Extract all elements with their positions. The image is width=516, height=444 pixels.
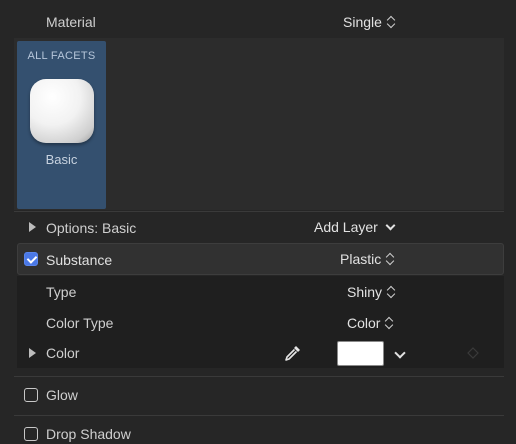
color-label: Color: [46, 345, 80, 361]
up-down-arrows-icon: [386, 252, 395, 266]
substance-popup[interactable]: Plastic: [340, 251, 395, 267]
facet-item-label: Basic: [45, 152, 78, 167]
glow-label: Glow: [46, 387, 78, 403]
substance-panel: Type Shiny Color Type Color Color: [17, 276, 504, 368]
type-popup[interactable]: Shiny: [347, 284, 396, 300]
drop-shadow-checkbox[interactable]: [24, 427, 38, 441]
up-down-arrows-icon: [385, 316, 394, 330]
substance-checkbox[interactable]: [24, 252, 38, 266]
type-label: Type: [46, 284, 77, 300]
glow-row: Glow: [0, 377, 516, 415]
chevron-down-icon: [385, 220, 396, 230]
options-label: Options: Basic: [46, 220, 137, 236]
up-down-arrows-icon: [387, 15, 396, 29]
color-type-popup[interactable]: Color: [347, 315, 394, 331]
facets-panel: ALL FACETS Basic: [14, 38, 504, 210]
substance-value: Plastic: [340, 251, 382, 267]
material-row: Material Single: [0, 0, 516, 38]
keyframe-diamond-icon[interactable]: [467, 347, 479, 359]
facet-tab-all-facets[interactable]: ALL FACETS: [17, 50, 106, 62]
material-label: Material: [46, 14, 96, 30]
chevron-down-icon[interactable]: [394, 347, 406, 359]
substance-row: Substance Plastic: [17, 243, 504, 275]
disclosure-triangle-icon[interactable]: [29, 222, 36, 232]
facet-tile-basic[interactable]: ALL FACETS Basic: [17, 41, 106, 209]
options-row: Options: Basic Add Layer: [0, 212, 516, 242]
color-type-label: Color Type: [46, 315, 114, 331]
up-down-arrows-icon: [387, 285, 396, 299]
drop-shadow-label: Drop Shadow: [46, 426, 131, 442]
color-type-value: Color: [347, 315, 381, 331]
type-value: Shiny: [347, 284, 383, 300]
eyedropper-icon[interactable]: [283, 343, 303, 363]
glow-checkbox[interactable]: [24, 388, 38, 402]
add-layer-label: Add Layer: [314, 219, 378, 235]
material-preview-thumbnail: [30, 79, 94, 143]
disclosure-triangle-icon[interactable]: [29, 348, 36, 358]
material-popup[interactable]: Single: [343, 14, 396, 30]
color-swatch[interactable]: [337, 341, 384, 366]
substance-label: Substance: [46, 252, 113, 268]
material-value: Single: [343, 14, 382, 30]
drop-shadow-row: Drop Shadow: [0, 416, 516, 444]
add-layer-button[interactable]: Add Layer: [314, 219, 396, 235]
